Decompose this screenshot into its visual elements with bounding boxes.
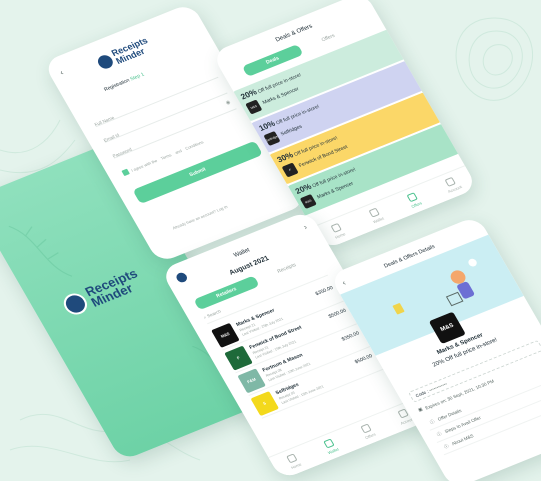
nav-item-wallet[interactable]: Wallet (317, 436, 345, 457)
nav-label: Wallet (326, 446, 340, 456)
shop-logo: Selfridges (263, 130, 281, 146)
calendar-icon: ▣ (417, 406, 424, 413)
nav-label: Home (289, 461, 303, 471)
nav-item-home[interactable]: Home (324, 220, 352, 241)
login-link[interactable]: Log In (216, 204, 229, 213)
retailer-amount: $500.00 (353, 353, 374, 366)
registration-step: Step 1 (129, 71, 146, 83)
nav-label: Wallet (372, 215, 385, 225)
nav-item-home[interactable]: Home (280, 451, 308, 472)
info-icon: ⓘ (442, 442, 450, 449)
retailer-logo: M&S (210, 322, 240, 348)
eye-icon[interactable]: ◉ (225, 99, 232, 106)
nav-label: Offers (364, 431, 377, 441)
deal-shop-name: Selfridges (279, 123, 304, 138)
nav-item-account[interactable]: Account (438, 174, 466, 195)
account-question: Already have an account? (171, 208, 217, 231)
nav-label: Home (333, 231, 347, 240)
shop-logo: M&S (245, 99, 263, 115)
shop-logo: F (281, 162, 299, 178)
nav-item-wallet[interactable]: Wallet (362, 205, 390, 226)
conditions-link[interactable]: Conditions (184, 139, 204, 150)
retailer-logo: F&M (237, 367, 266, 393)
back-arrow-icon[interactable]: ‹ (58, 68, 65, 77)
nav-item-offers[interactable]: Offers (354, 421, 382, 442)
agree-checkbox[interactable] (121, 168, 130, 177)
shop-logo: M&S (299, 193, 317, 209)
terms-link[interactable]: Terms (159, 152, 172, 160)
registration-title: Registration (103, 77, 131, 93)
code-value: •••••••••••• (427, 380, 448, 393)
retailer-logo: S (250, 390, 279, 416)
nav-item-offers[interactable]: Offers (400, 190, 428, 211)
detail-item-label: About M&S (450, 433, 475, 447)
retailer-logo: F (223, 345, 253, 371)
password-placeholder: Password (111, 146, 133, 159)
retailer-amount: $350.00 (314, 285, 335, 298)
nav-label: Offers (410, 200, 423, 209)
search-placeholder: Search (206, 308, 222, 319)
and-text: and (173, 147, 183, 155)
info-icon: ⓘ (435, 430, 443, 437)
retailer-amount: $350.00 (340, 330, 361, 343)
retailer-amount: $500.00 (327, 307, 348, 320)
agree-prefix: I agree with the (129, 157, 158, 173)
code-label: Code : (414, 388, 430, 398)
info-icon: ⓘ (428, 418, 436, 425)
registration-logo: Receipts Minder (94, 35, 154, 72)
